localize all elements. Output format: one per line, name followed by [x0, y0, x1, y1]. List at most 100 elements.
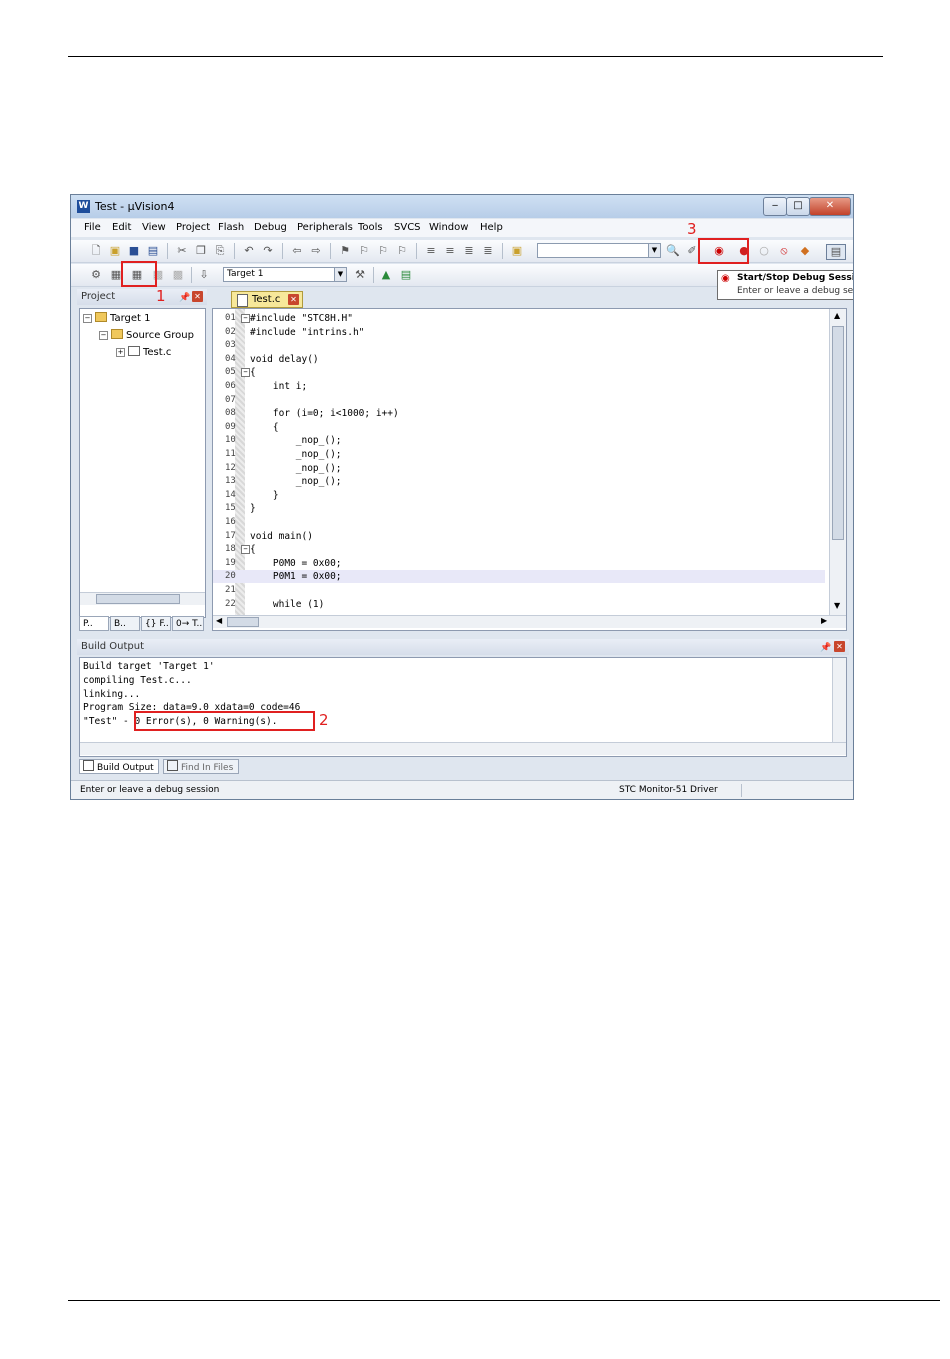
fold-icon[interactable]: −: [241, 368, 250, 378]
minimize-button[interactable]: ‒: [763, 197, 787, 216]
stop-build-icon[interactable]: ▩: [171, 268, 185, 282]
nav-forward-icon[interactable]: ⇨: [309, 244, 323, 258]
scroll-thumb[interactable]: [96, 594, 180, 604]
menu-peripherals[interactable]: Peripherals: [297, 222, 353, 233]
disable-breakpoints-icon[interactable]: ⦸: [777, 244, 791, 258]
pin-icon[interactable]: 📌: [179, 290, 190, 306]
tab-books[interactable]: B..: [110, 616, 140, 631]
close-button[interactable]: ✕: [809, 197, 851, 216]
editor-vscrollbar[interactable]: ▲ ▼: [829, 309, 846, 615]
indent-icon[interactable]: ≡: [424, 244, 438, 258]
chevron-down-icon[interactable]: ▼: [648, 244, 660, 257]
kill-breakpoints-icon[interactable]: ◆: [798, 244, 812, 258]
tab-build-output[interactable]: Build Output: [79, 759, 159, 774]
collapse-icon[interactable]: −: [99, 331, 108, 340]
menu-flash[interactable]: Flash: [218, 222, 244, 233]
tab-project[interactable]: P..: [79, 616, 109, 631]
scroll-thumb[interactable]: [832, 326, 844, 540]
build-vscrollbar[interactable]: [832, 658, 846, 742]
code-line[interactable]: 19 P0M0 = 0x00;: [213, 557, 825, 570]
save-all-icon[interactable]: ▤: [146, 244, 160, 258]
code-line[interactable]: 04 void delay(): [213, 353, 825, 366]
close-icon[interactable]: ✕: [834, 641, 845, 652]
paste-icon[interactable]: ⎘: [213, 244, 227, 258]
tab-templates[interactable]: 0→ T..: [172, 616, 204, 631]
copy-icon[interactable]: ❐: [194, 244, 208, 258]
fold-icon[interactable]: −: [241, 314, 250, 323]
next-bookmark-icon[interactable]: ⚐: [376, 244, 390, 258]
download-icon[interactable]: ⇩: [197, 268, 211, 282]
scroll-down-icon[interactable]: ▼: [834, 601, 840, 610]
uncomment-icon[interactable]: ≣: [481, 244, 495, 258]
menu-svcs[interactable]: SVCS: [394, 222, 421, 233]
scroll-left-icon[interactable]: ◀: [216, 616, 222, 625]
code-line[interactable]: 15}: [213, 502, 825, 515]
target-options-icon[interactable]: ⚒: [353, 268, 367, 282]
menu-debug[interactable]: Debug: [254, 222, 287, 233]
bookmark-icon[interactable]: ⚑: [338, 244, 352, 258]
translate-icon[interactable]: ⚙: [89, 268, 103, 282]
code-line[interactable]: 12 _nop_();: [213, 462, 825, 475]
code-line[interactable]: 03: [213, 339, 825, 352]
maximize-button[interactable]: □: [786, 197, 810, 216]
new-file-icon[interactable]: 🗋: [89, 244, 103, 258]
code-line[interactable]: 16: [213, 516, 825, 529]
menu-tools[interactable]: Tools: [358, 222, 383, 233]
code-line[interactable]: 22 while (1): [213, 598, 825, 611]
build-hscrollbar[interactable]: [80, 742, 846, 755]
code-line[interactable]: 18−{: [213, 543, 825, 556]
code-line[interactable]: 20 P0M1 = 0x00;: [213, 570, 825, 584]
find-combo[interactable]: ▼: [537, 243, 661, 258]
pin-icon[interactable]: 📌: [820, 640, 831, 656]
menu-view[interactable]: View: [142, 222, 166, 233]
code-line[interactable]: 13 _nop_();: [213, 475, 825, 488]
tree-item-source-group[interactable]: − Source Group: [99, 329, 194, 341]
expand-icon[interactable]: +: [116, 348, 125, 357]
editor-tab-test-c[interactable]: Test.c ✕: [231, 291, 303, 308]
code-editor[interactable]: 01− #include "STC8H.H" 02 #include "intrins…: [212, 308, 847, 631]
collapse-icon[interactable]: −: [83, 314, 92, 323]
fold-icon[interactable]: −: [241, 545, 250, 555]
prev-bookmark-icon[interactable]: ⚐: [357, 244, 371, 258]
cut-icon[interactable]: ✂: [175, 244, 189, 258]
code-line[interactable]: 01− #include "STC8H.H": [213, 312, 825, 325]
tree-item-file[interactable]: + Test.c: [116, 346, 171, 358]
incremental-find-icon[interactable]: ✐: [685, 244, 699, 258]
code-line[interactable]: 08 for (i=0; i<1000; i++): [213, 407, 825, 420]
unindent-icon[interactable]: ≡: [443, 244, 457, 258]
close-icon[interactable]: ✕: [288, 294, 299, 305]
close-icon[interactable]: ✕: [192, 291, 203, 302]
code-line[interactable]: 14 }: [213, 489, 825, 502]
save-icon[interactable]: ■: [127, 244, 141, 258]
code-line[interactable]: 06 int i;: [213, 380, 825, 393]
scroll-right-icon[interactable]: ▶: [821, 616, 827, 625]
target-select[interactable]: Target 1 ▼: [223, 267, 347, 282]
open-folder-icon[interactable]: ▣: [108, 244, 122, 258]
redo-icon[interactable]: ↷: [261, 244, 275, 258]
find-in-files-icon[interactable]: ▣: [510, 244, 524, 258]
code-line[interactable]: 21: [213, 584, 825, 597]
tree-item-target[interactable]: − Target 1: [83, 312, 150, 324]
code-line[interactable]: 02 #include "intrins.h": [213, 326, 825, 339]
code-line[interactable]: 11 _nop_();: [213, 448, 825, 461]
menu-help[interactable]: Help: [480, 222, 503, 233]
menu-file[interactable]: File: [84, 222, 101, 233]
scroll-thumb[interactable]: [227, 617, 259, 627]
code-line[interactable]: 10 _nop_();: [213, 434, 825, 447]
project-hscrollbar[interactable]: [80, 592, 205, 605]
find-icon[interactable]: 🔍: [666, 244, 680, 258]
enable-breakpoint-icon[interactable]: ○: [757, 244, 771, 258]
code-line[interactable]: 05−{: [213, 366, 825, 379]
comment-icon[interactable]: ≣: [462, 244, 476, 258]
clear-bookmarks-icon[interactable]: ⚐: [395, 244, 409, 258]
tab-find-in-files[interactable]: Find In Files: [163, 759, 239, 774]
menu-edit[interactable]: Edit: [112, 222, 131, 233]
build-output-pane[interactable]: Build target 'Target 1' compiling Test.c…: [79, 657, 847, 757]
code-line[interactable]: 07: [213, 394, 825, 407]
menu-project[interactable]: Project: [176, 222, 210, 233]
nav-back-icon[interactable]: ⇦: [290, 244, 304, 258]
editor-hscrollbar[interactable]: ◀ ▶: [213, 615, 846, 628]
window-layout-icon[interactable]: ▤: [826, 244, 846, 260]
tab-functions[interactable]: {} F..: [141, 616, 171, 631]
select-packs-icon[interactable]: ▤: [399, 268, 413, 282]
